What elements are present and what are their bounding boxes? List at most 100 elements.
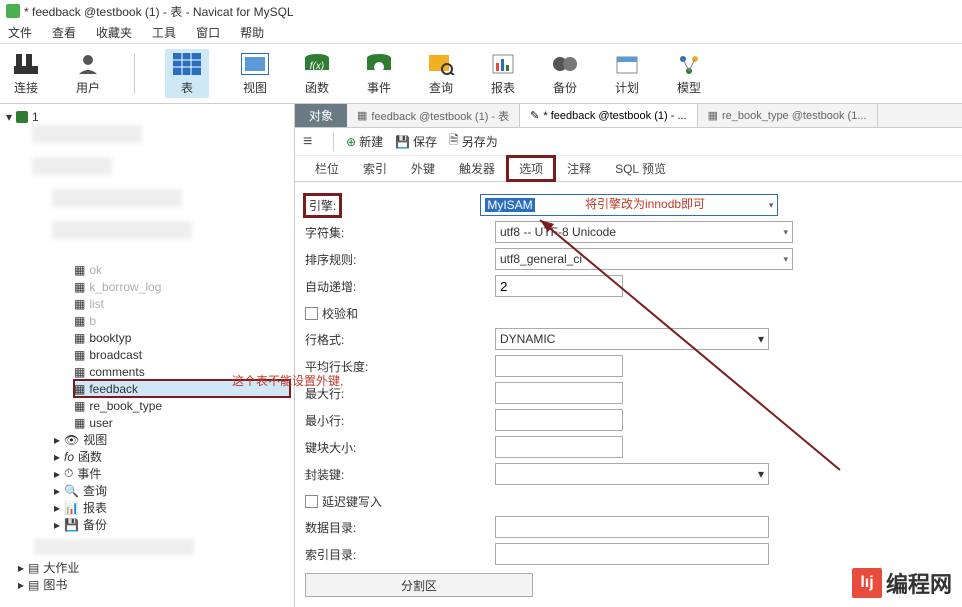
node-query[interactable]: 查询 [83, 482, 107, 499]
avgrow-input[interactable] [495, 355, 623, 377]
engine-combo[interactable]: MyISAM▾ [480, 194, 778, 216]
table-row[interactable]: booktyp [89, 331, 131, 345]
menu-window[interactable]: 窗口 [196, 24, 220, 41]
save-icon: 💾 [395, 135, 410, 149]
checksum-checkbox[interactable] [305, 307, 318, 320]
label-indexdir: 索引目录: [305, 546, 495, 563]
table-icon: ▦ [74, 297, 85, 311]
chevron-right-icon[interactable]: ▸ [54, 484, 60, 498]
chevron-right-icon[interactable]: ▸ [54, 450, 60, 464]
menu-file[interactable]: 文件 [8, 24, 32, 41]
db-icon [16, 111, 28, 123]
charset-combo[interactable]: utf8 -- UTF-8 Unicode▾ [495, 221, 793, 243]
chevron-right-icon[interactable]: ▸ [54, 518, 60, 532]
table-row[interactable]: b [89, 314, 96, 328]
report-icon [487, 51, 519, 77]
tab-fields[interactable]: 栏位 [303, 156, 351, 181]
node-func[interactable]: 函数 [78, 448, 102, 465]
table-row[interactable]: user [89, 416, 112, 430]
node-backup[interactable]: 备份 [83, 516, 107, 533]
tool-model[interactable]: 模型 [673, 51, 705, 96]
save-button[interactable]: 💾保存 [395, 133, 437, 150]
chevron-down-icon: ▾ [783, 227, 788, 238]
user-icon [72, 51, 104, 77]
menu-view[interactable]: 查看 [52, 24, 76, 41]
tab-feedback-1[interactable]: ▦feedback @testbook (1) - 表 [347, 104, 520, 127]
table-icon: ▦ [74, 348, 85, 362]
rowformat-combo[interactable]: DYNAMIC▾ [495, 328, 769, 350]
node-event[interactable]: 事件 [77, 465, 101, 482]
tab-sql[interactable]: SQL 预览 [603, 156, 678, 181]
tool-function[interactable]: f(x) 函数 [301, 51, 333, 96]
label-maxrow: 最大行: [305, 385, 495, 402]
object-tree[interactable]: ▾ 1 ▦ok ▦k_borrow_log ▦list ▦b ▦booktyp … [0, 104, 295, 607]
new-button[interactable]: ⊕新建 [346, 133, 383, 150]
label-avgrow: 平均行长度: [305, 358, 495, 375]
minrow-input[interactable] [495, 409, 623, 431]
delay-checkbox[interactable] [305, 495, 318, 508]
menu-tools[interactable]: 工具 [152, 24, 176, 41]
indexdir-input[interactable] [495, 543, 769, 565]
autoinc-input[interactable] [495, 275, 623, 297]
tool-query[interactable]: 查询 [425, 51, 457, 96]
table-row[interactable]: k_borrow_log [89, 280, 161, 294]
tab-trigger[interactable]: 触发器 [447, 156, 507, 181]
db-row[interactable]: 大作业 [43, 559, 79, 576]
label-datadir: 数据目录: [305, 519, 495, 536]
tool-view[interactable]: 视图 [239, 51, 271, 96]
node-report[interactable]: 报表 [83, 499, 107, 516]
db-row[interactable]: 图书 [43, 576, 67, 593]
tab-rebooktype[interactable]: ▦re_book_type @testbook (1... [698, 104, 878, 127]
tool-table[interactable]: 表 [165, 49, 209, 98]
table-row[interactable]: comments [89, 365, 144, 379]
view-icon [239, 51, 271, 77]
table-row[interactable]: broadcast [89, 348, 142, 362]
partition-button[interactable]: 分割区 [305, 573, 533, 597]
maxrow-input[interactable] [495, 382, 623, 404]
options-form: 引擎: MyISAM▾ 字符集: utf8 -- UTF-8 Unicode▾ … [295, 182, 962, 597]
saveas-button[interactable]: 🗎另存为 [449, 131, 498, 152]
menu-bar: 文件 查看 收藏夹 工具 窗口 帮助 [0, 22, 962, 44]
node-view[interactable]: 视图 [83, 431, 107, 448]
tool-user[interactable]: 用户 [72, 51, 104, 96]
tool-connect[interactable]: 连接 [10, 51, 42, 96]
label-keyblock: 键块大小: [305, 439, 495, 456]
label-autoinc: 自动递增: [305, 278, 495, 295]
tab-comment[interactable]: 注释 [555, 156, 603, 181]
tool-event[interactable]: 事件 [363, 51, 395, 96]
tab-feedback-active[interactable]: ✎* feedback @testbook (1) - ... [520, 104, 697, 127]
pack-combo[interactable]: ▾ [495, 463, 769, 485]
table-icon: ▦ [74, 365, 85, 379]
expand-icon[interactable]: ▾ [6, 110, 12, 124]
table-icon: ▦ [74, 382, 85, 396]
table-row[interactable]: ok [89, 263, 102, 277]
table-icon: ▦ [74, 331, 85, 345]
datadir-input[interactable] [495, 516, 769, 538]
tool-report[interactable]: 报表 [487, 51, 519, 96]
menu-favorites[interactable]: 收藏夹 [96, 24, 132, 41]
chevron-down-icon: ▾ [758, 467, 764, 481]
chevron-right-icon[interactable]: ▸ [54, 433, 60, 447]
label-minrow: 最小行: [305, 412, 495, 429]
table-icon: ▦ [74, 314, 85, 328]
conn-label[interactable]: 1 [32, 110, 39, 124]
chevron-right-icon[interactable]: ▸ [54, 501, 60, 515]
menu-help[interactable]: 帮助 [240, 24, 264, 41]
table-row[interactable]: re_book_type [89, 399, 162, 413]
table-row[interactable]: list [89, 297, 104, 311]
tab-index[interactable]: 索引 [351, 156, 399, 181]
tab-options[interactable]: 选项 [507, 156, 555, 181]
chevron-down-icon: ▾ [758, 332, 764, 346]
tool-backup[interactable]: 备份 [549, 51, 581, 96]
objects-tab[interactable]: 对象 [295, 104, 347, 127]
db-icon: ▤ [28, 578, 39, 592]
keyblock-input[interactable] [495, 436, 623, 458]
chevron-right-icon[interactable]: ▸ [54, 467, 60, 481]
designer-tabs: 栏位 索引 外键 触发器 选项 注释 SQL 预览 [295, 156, 962, 182]
collation-combo[interactable]: utf8_general_ci▾ [495, 248, 793, 270]
tool-schedule[interactable]: 计划 [611, 51, 643, 96]
label-checksum: 校验和 [322, 305, 358, 322]
hamburger-icon[interactable]: ≡ [303, 133, 321, 151]
tab-fk[interactable]: 外键 [399, 156, 447, 181]
table-feedback[interactable]: feedback [89, 382, 138, 396]
